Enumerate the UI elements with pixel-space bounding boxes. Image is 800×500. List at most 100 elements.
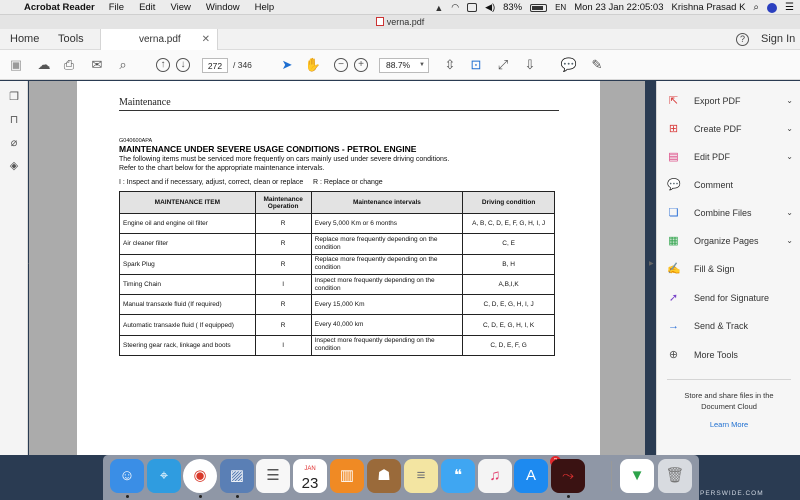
page-thumbnails-icon[interactable]: ❐ — [7, 90, 21, 104]
contacts-icon[interactable]: ☗ — [367, 459, 401, 493]
table-row: Spark Plug R Replace more frequently dep… — [119, 253, 555, 275]
menu-window[interactable]: Window — [206, 2, 240, 13]
layers-icon[interactable]: ◈ — [7, 159, 21, 173]
collapse-right-pane-icon[interactable]: ▶ — [649, 260, 654, 267]
bookmark-icon[interactable]: ⊓ — [7, 113, 21, 127]
finder-icon[interactable]: ☺ — [110, 459, 144, 493]
chevron-down-icon[interactable]: ⌄ — [786, 148, 793, 166]
tool-comment[interactable]: 💬 Comment — [667, 176, 793, 194]
more-tools-icon: ⊕ — [668, 349, 679, 361]
page-header: Maintenance — [119, 97, 559, 111]
maintenance-operation: R — [254, 314, 312, 336]
running-indicator — [236, 495, 239, 498]
print-icon[interactable]: ⎙ — [60, 56, 78, 74]
maintenance-operation: R — [254, 294, 312, 316]
search-icon[interactable]: ⌕ — [114, 56, 132, 74]
calendar-icon[interactable]: JAN 23 — [293, 459, 327, 493]
maintenance-table: MAINTENANCE ITEM Maintenance Operation M… — [119, 191, 555, 357]
trash-icon[interactable]: 🗑 — [658, 459, 692, 493]
menu-help[interactable]: Help — [255, 2, 275, 13]
user-name[interactable]: Krishna Prasad K — [671, 2, 745, 13]
fit-page-icon[interactable]: ⊡ — [467, 56, 485, 74]
tool-organize-pages[interactable]: ▦ Organize Pages ⌄ — [667, 232, 793, 250]
tab-home[interactable]: Home — [10, 29, 39, 50]
learn-more-link[interactable]: Learn More — [671, 420, 787, 429]
tool-combine-files[interactable]: ❏ Combine Files ⌄ — [667, 204, 793, 222]
airplay-icon[interactable] — [467, 3, 478, 12]
chrome-icon[interactable]: ◉ — [183, 459, 217, 493]
running-indicator — [567, 495, 570, 498]
previous-page-icon[interactable]: ↑ — [156, 58, 170, 72]
menu-edit[interactable]: Edit — [139, 2, 155, 13]
table-row: Steering gear rack, linkage and boots I … — [119, 334, 555, 357]
tool-create-pdf[interactable]: ⊞ Create PDF ⌄ — [667, 120, 793, 138]
upload-cloud-icon[interactable]: ☁ — [35, 56, 53, 74]
chevron-down-icon[interactable]: ⌄ — [786, 232, 793, 250]
zoom-in-icon[interactable]: + — [354, 58, 368, 72]
app-store-icon[interactable]: A — [514, 459, 548, 493]
help-icon[interactable]: ? — [736, 33, 749, 46]
chevron-down-icon[interactable]: ⌄ — [786, 92, 793, 110]
clock[interactable]: Mon 23 Jan 22:05:03 — [574, 2, 663, 13]
email-icon[interactable]: ✉ — [88, 56, 106, 74]
menu-view[interactable]: View — [170, 2, 190, 13]
scroll-mode-icon[interactable]: ⇳ — [441, 56, 459, 74]
maintenance-operation: R — [254, 212, 312, 235]
input-source-icon[interactable]: EN — [555, 3, 566, 12]
save-icon[interactable]: ▣ — [7, 56, 25, 74]
itunes-icon[interactable]: ♫ — [478, 459, 512, 493]
next-page-icon[interactable]: ↓ — [176, 58, 190, 72]
highlight-pen-icon[interactable]: ✎ — [588, 56, 606, 74]
adobe-status-icon[interactable]: ▲ — [434, 3, 443, 13]
siri-icon[interactable] — [767, 2, 778, 13]
maintenance-item: Steering gear rack, linkage and boots — [119, 334, 256, 357]
tool-export-pdf[interactable]: ⇱ Export PDF ⌄ — [667, 92, 793, 110]
search-icon[interactable]: ⌕ — [753, 2, 759, 13]
driving-condition: A, B, C, D, E, F, G, H, I, J — [462, 212, 555, 235]
notes-icon[interactable]: ≡ — [404, 459, 438, 493]
hand-tool-icon[interactable]: ✋ — [304, 56, 322, 74]
acrobat-reader-icon[interactable]: ⤳ — [551, 459, 585, 493]
close-tab-icon[interactable]: ✕ — [202, 29, 210, 51]
full-screen-icon[interactable]: ⤢ — [494, 56, 512, 74]
table-row: Engine oil and engine oil filter R Every… — [119, 212, 555, 235]
wifi-icon[interactable]: ◠ — [451, 2, 459, 13]
chevron-down-icon[interactable]: ⌄ — [786, 120, 793, 138]
tool-send-for-signature[interactable]: ➚ Send for Signature — [667, 289, 793, 307]
intro-line-2: Refer to the chart below for the appropr… — [119, 165, 325, 172]
maintenance-operation: R — [254, 253, 312, 275]
tab-document[interactable]: verna.pdf ✕ — [100, 29, 218, 51]
tool-send-track[interactable]: → Send & Track — [667, 317, 793, 335]
tab-tools[interactable]: Tools — [58, 29, 84, 50]
document-viewport[interactable]: Maintenance G040600APA MAINTENANCE UNDER… — [29, 81, 645, 455]
chevron-down-icon[interactable]: ⌄ — [786, 204, 793, 222]
battery-icon[interactable] — [530, 3, 548, 12]
comment-tool-icon[interactable]: 💬 — [560, 56, 578, 74]
window-title: verna.pdf — [386, 17, 425, 27]
volume-icon[interactable]: ◀) — [485, 2, 495, 13]
tool-label: Comment — [694, 180, 734, 190]
tool-edit-pdf[interactable]: ▤ Edit PDF ⌄ — [667, 148, 793, 166]
right-tools-pane: ⇱ Export PDF ⌄ ⊞ Create PDF ⌄ ▤ Edit PDF… — [656, 81, 800, 455]
safari-icon[interactable]: ⌖ — [147, 459, 181, 493]
torrent-file-icon[interactable]: ▼ — [620, 459, 654, 493]
battery-percent[interactable]: 83% — [503, 2, 522, 13]
zoom-select[interactable]: 88.7% ▼ — [379, 58, 429, 73]
tool-fill-sign[interactable]: ✍ Fill & Sign — [667, 260, 793, 278]
tool-more-tools[interactable]: ⊕ More Tools — [667, 346, 793, 364]
sign-in-button[interactable]: Sign In — [761, 29, 795, 50]
attachment-icon[interactable]: ⌀ — [7, 136, 21, 150]
reminders-icon[interactable]: ☰ — [256, 459, 290, 493]
page-number-input[interactable] — [202, 58, 228, 73]
app-name-menu[interactable]: Acrobat Reader — [24, 2, 95, 13]
messages-icon[interactable]: ❝ — [441, 459, 475, 493]
tool-label: Combine Files — [694, 208, 752, 218]
menu-file[interactable]: File — [109, 2, 124, 13]
zoom-out-icon[interactable]: − — [334, 58, 348, 72]
ibooks-icon[interactable]: ▥ — [330, 459, 364, 493]
notification-center-icon[interactable]: ☰ — [785, 2, 794, 13]
image-capture-icon[interactable]: ▨ — [220, 459, 254, 493]
select-cursor-icon[interactable]: ➤ — [278, 56, 296, 74]
table-row: Timing Chain I Inspect more frequently d… — [119, 273, 555, 296]
read-mode-icon[interactable]: ⇩ — [521, 56, 539, 74]
